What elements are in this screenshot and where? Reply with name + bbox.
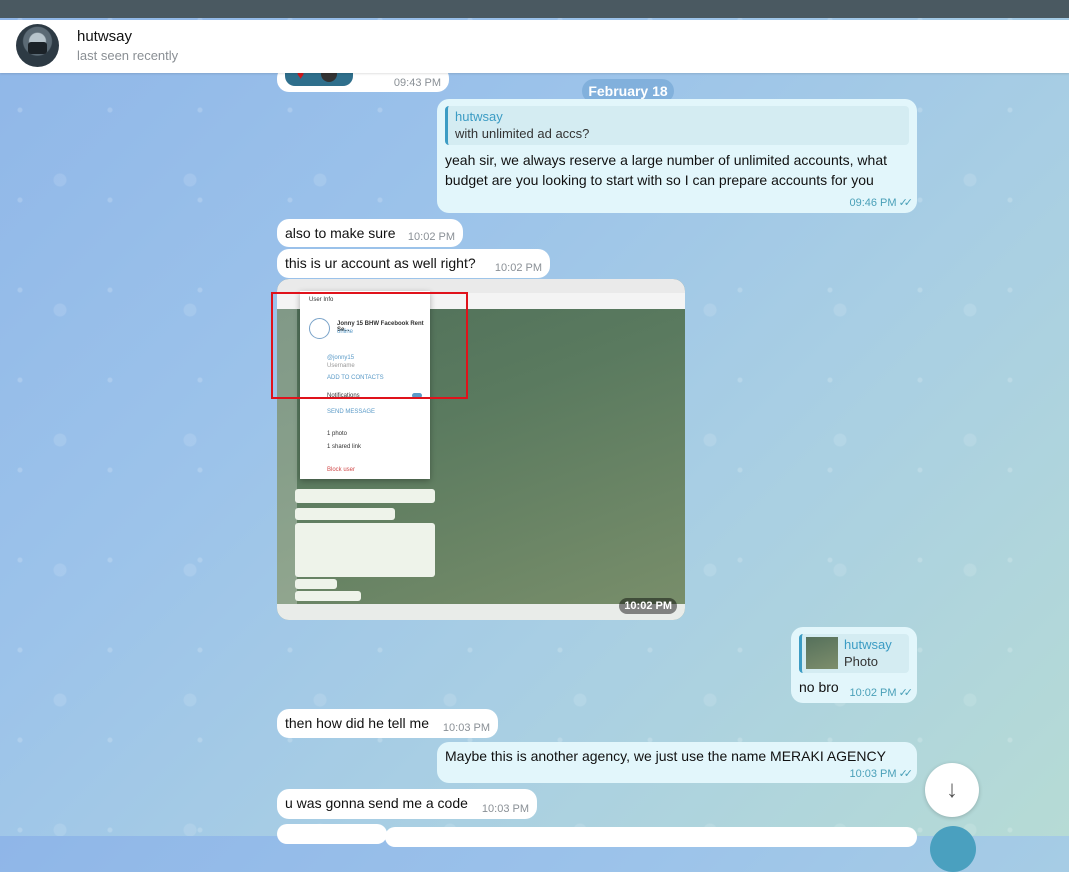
photo-inner-bubble xyxy=(295,523,435,577)
message-text: u was gonna send me a code xyxy=(285,795,468,811)
message-incoming[interactable]: then how did he tell me 10:03 PM xyxy=(277,709,498,738)
message-text: yeah sir, we always reserve a large numb… xyxy=(445,152,887,188)
message-text: Maybe this is another agency, we just us… xyxy=(445,748,886,764)
message-time: 09:46 PM ✓✓ xyxy=(849,197,914,209)
message-outgoing[interactable]: Maybe this is another agency, we just us… xyxy=(437,742,917,783)
message-text: also to make sure xyxy=(285,225,396,241)
photo-time: 10:02 PM xyxy=(619,598,677,614)
window-top-bar xyxy=(0,0,1069,18)
floating-action-button[interactable] xyxy=(930,826,976,872)
message-incoming[interactable]: u was gonna send me a code 10:03 PM xyxy=(277,789,537,819)
dialog-block: Block user xyxy=(327,467,356,473)
dialog-links: 1 shared link xyxy=(327,444,362,450)
message-text: then how did he tell me xyxy=(285,715,429,731)
message-time: 10:02 PM xyxy=(407,231,455,243)
reply-text: with unlimited ad accs? xyxy=(455,126,590,141)
reply-text: Photo xyxy=(844,654,878,669)
double-check-icon: ✓✓ xyxy=(898,768,914,780)
reply-author: hutwsay xyxy=(844,637,892,652)
message-incoming[interactable]: also to make sure 10:02 PM xyxy=(277,219,463,247)
reply-author: hutwsay xyxy=(455,109,503,124)
message-time: 09:43 PM xyxy=(393,77,441,89)
photo-inner-bubble xyxy=(295,579,337,589)
message-time: 10:02 PM ✓✓ xyxy=(849,687,914,699)
message-partial-bottom[interactable] xyxy=(277,824,387,844)
message-text: this is ur account as well right? xyxy=(285,255,476,271)
message-partial-bottom-outgoing[interactable] xyxy=(385,827,917,847)
message-time: 10:03 PM ✓✓ xyxy=(849,768,914,780)
message-text: no bro xyxy=(799,679,839,695)
photo-inner-bubble xyxy=(295,489,435,503)
message-time: 10:02 PM xyxy=(494,262,542,274)
message-outgoing[interactable]: hutwsay with unlimited ad accs? yeah sir… xyxy=(437,99,917,213)
dialog-send-message: SEND MESSAGE xyxy=(327,409,376,415)
double-check-icon: ✓✓ xyxy=(898,197,914,209)
avatar[interactable] xyxy=(16,24,59,67)
message-incoming[interactable]: this is ur account as well right? 10:02 … xyxy=(277,249,550,278)
message-time: 10:03 PM xyxy=(481,803,529,815)
double-check-icon: ✓✓ xyxy=(898,687,914,699)
photo-inner-bubble xyxy=(295,508,395,520)
dialog-photos: 1 photo xyxy=(327,431,348,437)
highlight-box xyxy=(271,292,468,399)
reply-photo-thumb xyxy=(806,637,838,669)
photo-inner-bubble xyxy=(295,591,361,601)
scroll-down-button[interactable]: ↓ xyxy=(925,763,979,817)
chat-header[interactable]: hutwsay last seen recently xyxy=(0,20,1069,73)
reply-quote[interactable]: hutwsay with unlimited ad accs? xyxy=(445,106,909,145)
message-outgoing[interactable]: hutwsay Photo no bro 10:02 PM ✓✓ xyxy=(791,627,917,703)
reply-quote[interactable]: hutwsay Photo xyxy=(799,634,909,673)
contact-name[interactable]: hutwsay xyxy=(77,28,132,45)
arrow-down-icon: ↓ xyxy=(946,776,958,803)
message-time: 10:03 PM xyxy=(442,722,490,734)
contact-status: last seen recently xyxy=(77,48,179,63)
